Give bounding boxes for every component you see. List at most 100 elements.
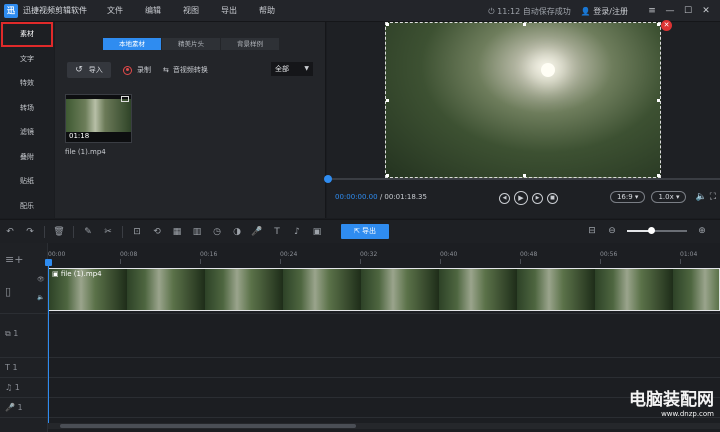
menu-icon[interactable]: ≡: [644, 6, 660, 16]
import-button[interactable]: ↺ 导入: [67, 62, 111, 78]
preview-progress-bar[interactable]: [324, 175, 720, 183]
tab-intros[interactable]: 精美片头: [162, 38, 220, 50]
visibility-icon[interactable]: 👁: [37, 276, 45, 283]
music-track-icon: ♫ 1: [5, 383, 20, 392]
clip-label: ▣ file (1).mp4: [52, 270, 102, 278]
filter-dropdown[interactable]: 全部 ▼: [271, 62, 313, 76]
resize-handle[interactable]: [657, 174, 660, 177]
playhead[interactable]: [48, 261, 49, 429]
resize-handle[interactable]: [523, 174, 526, 177]
progress-knob[interactable]: [324, 175, 332, 183]
clock-icon: ⏻: [488, 6, 498, 16]
resize-handle[interactable]: [523, 23, 526, 26]
sidebar-item-music[interactable]: 配乐: [0, 194, 54, 219]
freeze-icon[interactable]: ◑: [227, 227, 247, 237]
convert-button[interactable]: ⇆ 音视频转换: [163, 65, 208, 75]
autosave-status: ⏻ 11:12 自动保存成功: [488, 6, 571, 16]
minimize-icon[interactable]: —: [662, 6, 678, 16]
video-clip[interactable]: ▣ file (1).mp4: [48, 268, 720, 311]
tab-backgrounds[interactable]: 背景样例: [221, 38, 279, 50]
zoom-knob[interactable]: [648, 227, 655, 234]
sidebar-item-stickers[interactable]: 贴纸: [0, 169, 54, 194]
preview-sunlight: [541, 63, 555, 77]
video-preview[interactable]: [385, 22, 661, 178]
preview-close-icon[interactable]: ✕: [661, 20, 672, 31]
sidebar-item-text[interactable]: 文字: [0, 47, 54, 72]
sidebar-item-media[interactable]: 素材: [1, 22, 53, 47]
menu-export[interactable]: 导出: [221, 5, 237, 16]
resize-handle[interactable]: [386, 174, 389, 177]
sidebar-item-effects[interactable]: 特效: [0, 71, 54, 96]
aspect-ratio-dropdown[interactable]: 16:9 ▾: [609, 191, 646, 203]
record-icon: [123, 65, 132, 75]
ruler-tick: 00:24: [280, 251, 298, 264]
media-panel: 本地素材 精美片头 背景样例 ↺ 导入 录制 ⇆ 音视频转换 全部 ▼ 01:1…: [55, 22, 326, 218]
resize-handle[interactable]: [386, 23, 389, 26]
audio-extract-icon[interactable]: ♪: [287, 227, 307, 237]
next-frame-icon[interactable]: ▶: [532, 192, 543, 204]
resize-handle[interactable]: [657, 99, 660, 102]
microphone-icon[interactable]: 🎤: [247, 227, 267, 237]
zoom-slider[interactable]: [627, 227, 687, 234]
mute-icon[interactable]: 🔈: [37, 294, 44, 301]
menu-view[interactable]: 视图: [183, 5, 199, 16]
timeline-ruler[interactable]: 00:00 00:08 00:16 00:24 00:32 00:40 00:4…: [48, 251, 720, 265]
timeline-scrollbar[interactable]: [48, 423, 720, 429]
volume-icon[interactable]: 🔈: [695, 192, 706, 202]
title-bar-right: ⏻ 11:12 自动保存成功 👤 登录/注册 ≡ — ☐ ✕: [488, 0, 714, 22]
sidebar-item-overlay[interactable]: 叠附: [0, 145, 54, 170]
undo-icon[interactable]: ↶: [0, 227, 20, 237]
track-divider: [0, 417, 720, 418]
close-icon[interactable]: ✕: [698, 6, 714, 16]
convert-icon: ⇆: [163, 66, 169, 74]
menu-file[interactable]: 文件: [107, 5, 123, 16]
ruler-tick: 00:56: [600, 251, 618, 264]
redo-icon[interactable]: ↷: [20, 227, 40, 237]
crop-icon[interactable]: ⊡: [127, 227, 147, 237]
stop-icon[interactable]: ■: [547, 192, 558, 204]
import-icon: ↺: [75, 65, 83, 75]
fit-icon[interactable]: ⊟: [582, 226, 602, 236]
record-button[interactable]: 录制: [123, 65, 151, 75]
zoom-control: ⊟ ⊖ ⊕: [582, 226, 712, 236]
text-to-speech-icon[interactable]: T: [267, 227, 287, 237]
new-feature-icon[interactable]: ▣: [307, 227, 327, 237]
scrollbar-thumb[interactable]: [60, 424, 356, 428]
login-link[interactable]: 👤 登录/注册: [581, 6, 628, 17]
speed-dropdown[interactable]: 1.0x ▾: [651, 191, 687, 203]
edit-toolbar: ↶ ↷ 🗑 ✎ ✂ ⊡ ⟲ ▦ ▥ ◷ ◑ 🎤 T ♪ ▣ ⇱ 导出 ⊟ ⊖ ⊕: [0, 219, 720, 243]
export-icon: ⇱: [353, 227, 363, 235]
sidebar-item-transitions[interactable]: 转场: [0, 96, 54, 121]
title-bar: 迅 迅捷视频剪辑软件 文件 编辑 视图 导出 帮助 ⏻ 11:12 自动保存成功…: [0, 0, 720, 22]
menu-edit[interactable]: 编辑: [145, 5, 161, 16]
mosaic-icon[interactable]: ▦: [167, 227, 187, 237]
resize-handle[interactable]: [386, 99, 389, 102]
rotate-icon[interactable]: ⟲: [147, 227, 167, 237]
video-badge-icon: [121, 96, 129, 102]
total-time: / 00:01:18.35: [379, 193, 427, 201]
export-button[interactable]: ⇱ 导出: [341, 224, 389, 239]
stats-icon[interactable]: ▥: [187, 227, 207, 237]
track-divider: [0, 397, 720, 398]
divider: [73, 225, 74, 238]
fullscreen-icon[interactable]: ⛶: [710, 192, 716, 202]
edit-icon[interactable]: ✎: [78, 227, 98, 237]
tab-local-media[interactable]: 本地素材: [103, 38, 161, 50]
resize-handle[interactable]: [657, 23, 660, 26]
sidebar-item-filters[interactable]: 滤镜: [0, 120, 54, 145]
zoom-in-icon[interactable]: ⊕: [692, 226, 712, 236]
maximize-icon[interactable]: ☐: [680, 6, 696, 16]
menu-help[interactable]: 帮助: [259, 5, 275, 16]
zoom-out-icon[interactable]: ⊖: [602, 226, 622, 236]
track-header: ≡+ ▯ 👁 🔈 ⧉ 1 T 1 ♫ 1 🎤 1: [0, 243, 48, 432]
duration-icon[interactable]: ◷: [207, 227, 227, 237]
media-item-thumbnail[interactable]: 01:18: [65, 94, 132, 143]
divider: [44, 225, 45, 238]
track-divider: [0, 377, 720, 378]
split-icon[interactable]: ✂: [98, 227, 118, 237]
play-icon[interactable]: ▶: [514, 191, 528, 205]
add-track-icon[interactable]: ≡+: [5, 253, 23, 266]
ruler-tick: 00:32: [360, 251, 378, 264]
previous-frame-icon[interactable]: ◀: [499, 192, 510, 204]
delete-icon[interactable]: 🗑: [49, 227, 69, 237]
